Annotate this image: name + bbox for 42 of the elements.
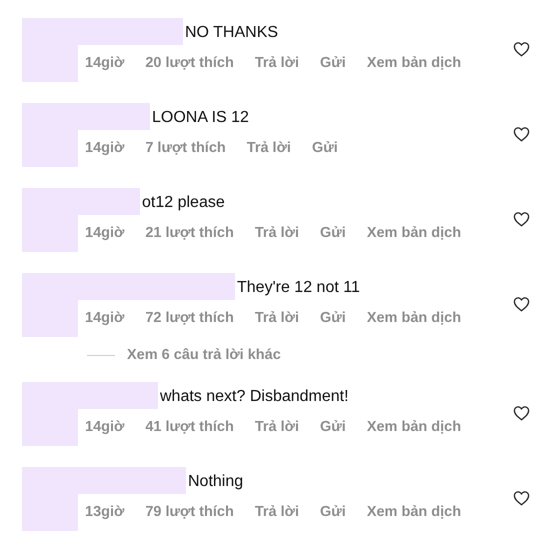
time-label: 14giờ xyxy=(85,418,124,437)
time-label: 14giờ xyxy=(85,309,124,328)
comment-text: LOONA IS 12 xyxy=(151,108,250,128)
reply-link[interactable]: Trả lời xyxy=(246,133,291,163)
likes-count: 7 lượt thích xyxy=(145,139,226,158)
reply-link[interactable]: Trả lời xyxy=(254,497,299,527)
like-heart-icon[interactable] xyxy=(513,296,530,312)
send-link[interactable]: Gửi xyxy=(320,218,346,248)
like-heart-icon[interactable] xyxy=(513,41,530,57)
likes-count: 72 lượt thích xyxy=(145,309,234,328)
send-link[interactable]: Gửi xyxy=(320,497,346,527)
reply-link[interactable]: Trả lời xyxy=(254,303,299,333)
time-label: 14giờ xyxy=(85,139,124,158)
likes-count: 79 lượt thích xyxy=(145,503,234,522)
comment-text: ot12 please xyxy=(141,193,226,213)
comment-text: Nothing xyxy=(187,472,244,492)
likes-count: 21 lượt thích xyxy=(145,224,234,243)
translate-link[interactable]: Xem bản dịch xyxy=(366,497,462,527)
like-heart-icon[interactable] xyxy=(513,126,530,142)
send-link[interactable]: Gửi xyxy=(312,133,338,163)
time-label: 14giờ xyxy=(85,224,124,243)
reply-link[interactable]: Trả lời xyxy=(254,48,299,78)
send-link[interactable]: Gửi xyxy=(320,303,346,333)
comment-text: They're 12 not 11 xyxy=(236,278,361,298)
more-replies-link[interactable]: Xem 6 câu trả lời khác xyxy=(127,347,281,363)
like-heart-icon[interactable] xyxy=(513,211,530,227)
reply-link[interactable]: Trả lời xyxy=(254,412,299,442)
translate-link[interactable]: Xem bản dịch xyxy=(366,412,462,442)
likes-count: 20 lượt thích xyxy=(145,54,234,73)
likes-count: 41 lượt thích xyxy=(145,418,234,437)
send-link[interactable]: Gửi xyxy=(320,48,346,78)
like-heart-icon[interactable] xyxy=(513,405,530,421)
like-heart-icon[interactable] xyxy=(513,490,530,506)
comment-text: NO THANKS xyxy=(184,23,280,43)
translate-link[interactable]: Xem bản dịch xyxy=(366,303,462,333)
translate-link[interactable]: Xem bản dịch xyxy=(366,48,462,78)
send-link[interactable]: Gửi xyxy=(320,412,346,442)
time-label: 14giờ xyxy=(85,54,124,73)
time-label: 13giờ xyxy=(85,503,124,522)
comment-text: whats next? Disbandment! xyxy=(159,387,350,407)
reply-link[interactable]: Trả lời xyxy=(254,218,299,248)
translate-link[interactable]: Xem bản dịch xyxy=(366,218,462,248)
